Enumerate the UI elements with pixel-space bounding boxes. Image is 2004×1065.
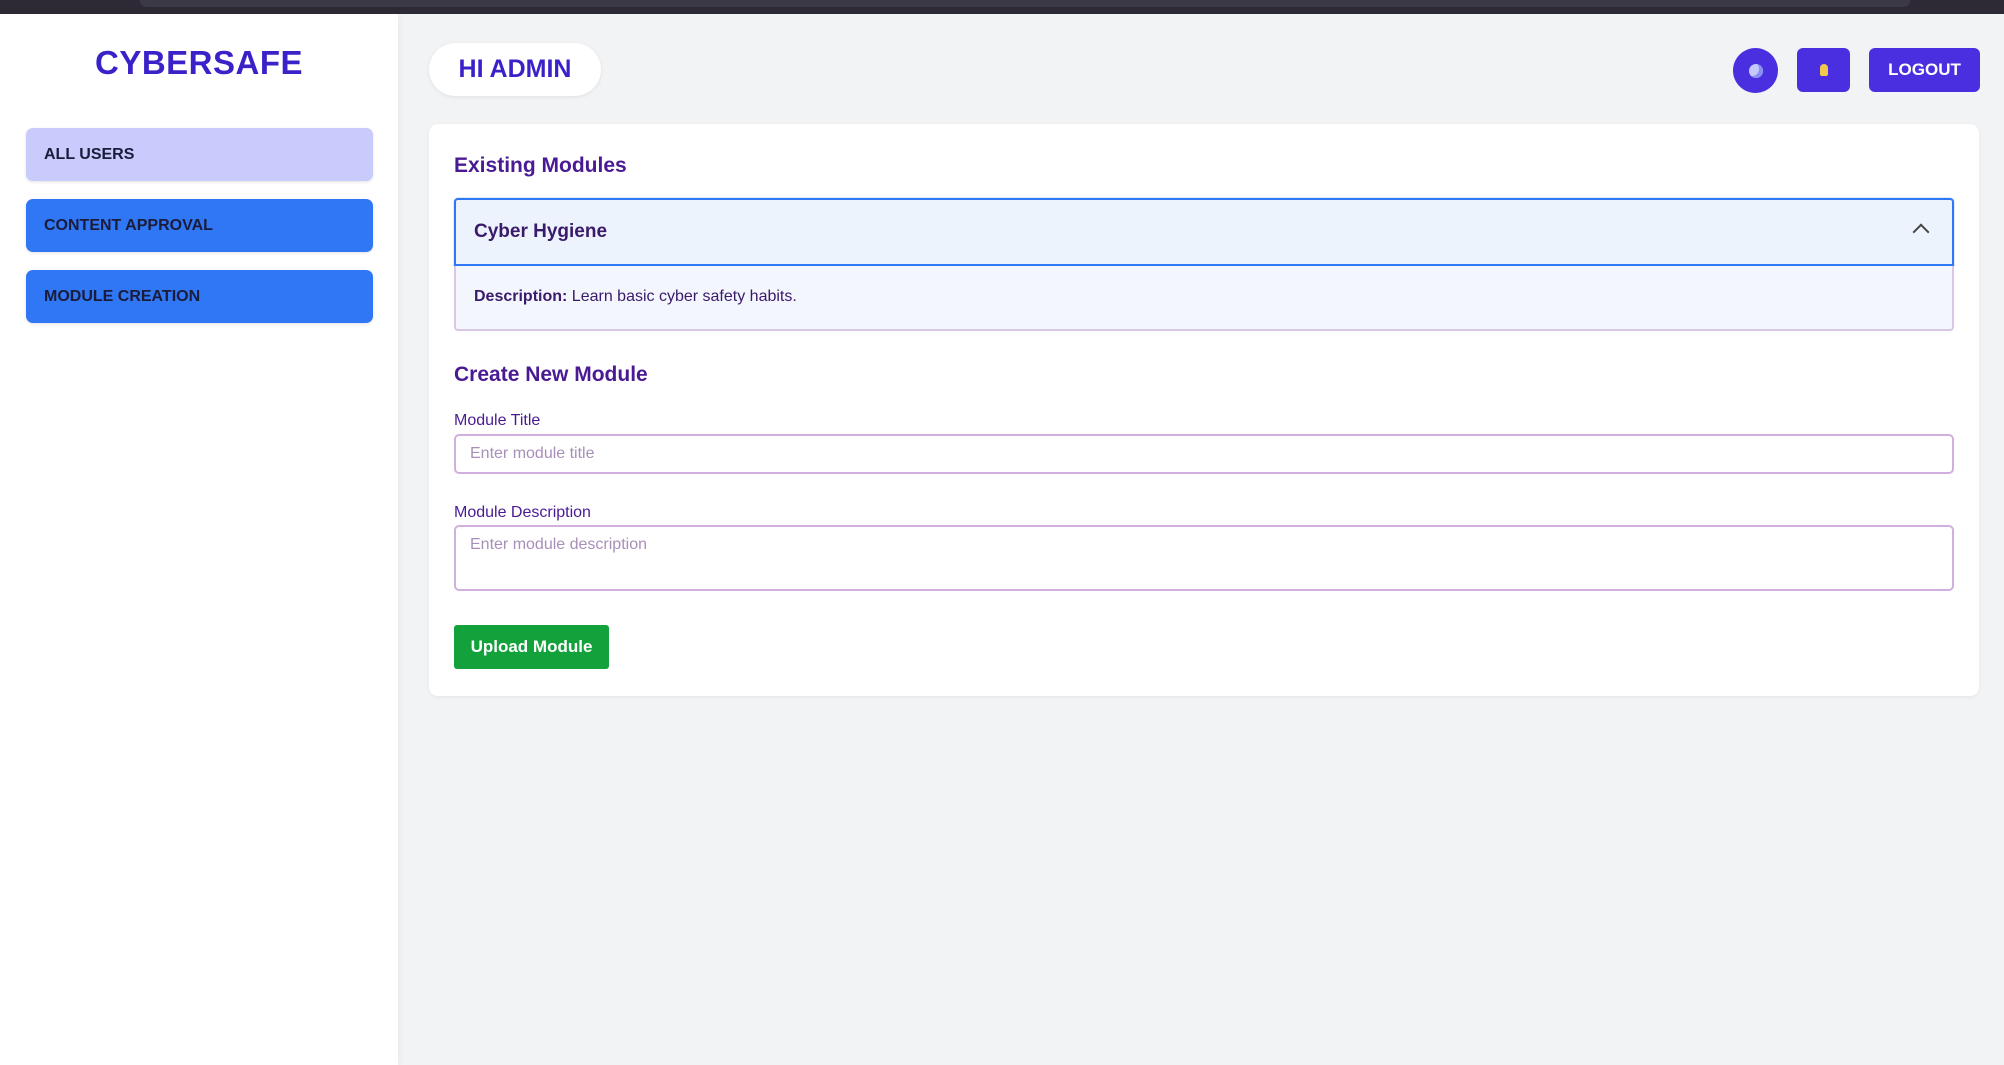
browser-address-area — [140, 0, 1910, 7]
create-module-heading: Create New Module — [454, 363, 648, 386]
greeting-badge: HI ADMIN — [429, 43, 601, 96]
sidebar-item-content-approval[interactable]: CONTENT APPROVAL — [26, 199, 373, 252]
module-name: Cyber Hygiene — [474, 221, 608, 242]
module-title-input[interactable] — [454, 434, 1954, 474]
chevron-up-icon[interactable] — [1912, 223, 1930, 241]
module-description: Learn basic cyber safety habits. — [571, 288, 797, 305]
module-description-label: Module Description — [454, 504, 591, 521]
module-title-label: Module Title — [454, 412, 541, 429]
accordion-header-cyber-hygiene[interactable]: Cyber Hygiene — [454, 198, 1954, 266]
module-card: Existing Modules Cyber Hygiene Descripti… — [429, 124, 1979, 696]
sidebar-item-all-users[interactable]: ALL USERS — [26, 128, 373, 181]
accordion-body: Description: Learn basic cyber safety ha… — [454, 266, 1954, 331]
sidebar: CYBERSAFE ALL USERS CONTENT APPROVAL MOD… — [0, 14, 398, 1065]
module-accordion: Cyber Hygiene Description: Learn basic c… — [454, 198, 1954, 332]
description-label: Description: — [474, 288, 568, 305]
module-description-input[interactable] — [454, 525, 1954, 591]
notification-button[interactable] — [1797, 48, 1850, 92]
moon-icon — [1748, 63, 1763, 78]
sidebar-item-module-creation[interactable]: MODULE CREATION — [26, 270, 373, 323]
browser-top-bar — [0, 0, 2004, 14]
existing-modules-heading: Existing Modules — [454, 154, 627, 177]
logout-button[interactable]: LOGOUT — [1869, 48, 1980, 92]
brand-logo: CYBERSAFE — [94, 44, 304, 81]
bulb-icon — [1819, 64, 1828, 76]
theme-toggle-button[interactable] — [1733, 48, 1778, 93]
upload-module-button[interactable]: Upload Module — [454, 625, 609, 669]
